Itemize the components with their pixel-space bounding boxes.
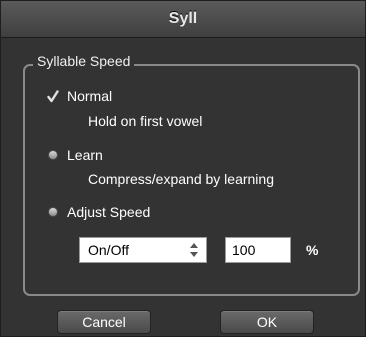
speed-mode-select[interactable]: On/Off bbox=[79, 237, 207, 263]
checkmark-icon bbox=[47, 89, 59, 102]
speed-mode-value: On/Off bbox=[88, 242, 129, 258]
group-title: Syllable Speed bbox=[33, 52, 135, 70]
radio-adjust-speed[interactable]: Adjust Speed bbox=[47, 204, 150, 220]
radio-normal-label: Normal bbox=[67, 88, 113, 104]
title-bar: Syll bbox=[1, 1, 365, 38]
radio-normal[interactable]: Normal bbox=[47, 88, 112, 104]
window-title: Syll bbox=[168, 10, 198, 27]
ok-button[interactable]: OK bbox=[220, 310, 314, 334]
syll-dialog: Syll Syllable Speed Normal Hold on first… bbox=[0, 0, 366, 337]
radio-dot-icon bbox=[49, 151, 57, 159]
radio-learn[interactable]: Learn bbox=[47, 147, 103, 163]
radio-adjust-speed-label: Adjust Speed bbox=[67, 204, 151, 220]
cancel-button[interactable]: Cancel bbox=[57, 310, 151, 334]
speed-value-field[interactable]: 100 bbox=[225, 237, 291, 263]
learn-description: Compress/expand by learning bbox=[88, 171, 274, 187]
radio-learn-label: Learn bbox=[67, 147, 103, 163]
normal-description: Hold on first vowel bbox=[88, 113, 203, 129]
up-down-arrows-icon bbox=[190, 242, 198, 258]
percent-unit-label: % bbox=[306, 242, 319, 258]
radio-dot-icon bbox=[49, 208, 57, 216]
